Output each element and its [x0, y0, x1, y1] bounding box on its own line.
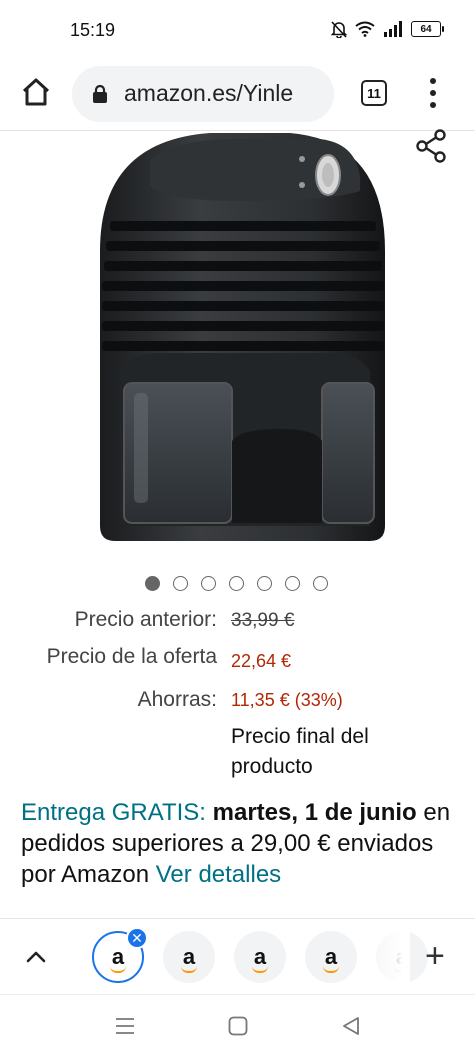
- mute-icon: [331, 21, 347, 38]
- url-bar[interactable]: amazon.es/Yinle: [72, 66, 334, 122]
- wifi-icon: [355, 21, 375, 37]
- lock-icon: [93, 85, 107, 103]
- deal-price-value: 22,64 €: [231, 651, 292, 671]
- carousel-dot[interactable]: [145, 576, 160, 591]
- status-icons: 64: [331, 20, 444, 38]
- tab[interactable]: a: [234, 931, 286, 983]
- browser-toolbar: amazon.es/Yinle 11: [0, 58, 475, 130]
- amazon-logo-icon: a: [322, 944, 340, 973]
- image-carousel-dots[interactable]: [145, 576, 328, 591]
- previous-price-label: Precio anterior:: [74, 608, 217, 631]
- system-nav-bar: [0, 994, 475, 1056]
- amazon-logo-icon: a: [109, 944, 127, 973]
- menu-icon[interactable]: [424, 76, 442, 110]
- url-text: amazon.es/Yinle: [124, 80, 294, 106]
- delivery-info: Entrega GRATIS: martes, 1 de junio en pe…: [21, 797, 461, 890]
- close-tab-icon[interactable]: ✕: [126, 927, 148, 949]
- battery-icon: 64: [411, 21, 444, 37]
- amazon-logo-icon: a: [251, 944, 269, 973]
- tab-switcher-button[interactable]: 11: [361, 80, 387, 106]
- tab[interactable]: a: [163, 931, 215, 983]
- share-icon[interactable]: [414, 128, 450, 164]
- home-icon[interactable]: [20, 76, 52, 108]
- signal-icon: [384, 21, 402, 37]
- tab[interactable]: a: [305, 931, 357, 983]
- status-bar: 15:19 64: [0, 0, 475, 58]
- carousel-dot[interactable]: [229, 576, 244, 591]
- tab-strip: a✕aaaa +: [0, 918, 475, 995]
- free-delivery-label: Entrega GRATIS:: [21, 799, 206, 826]
- amazon-logo-icon: a: [180, 944, 198, 973]
- carousel-dot[interactable]: [173, 576, 188, 591]
- savings-value: 11,35 € (33%): [231, 690, 343, 710]
- delivery-details-link[interactable]: Ver detalles: [156, 861, 281, 888]
- tab-strip-fade: [360, 919, 410, 995]
- url-fade: [294, 66, 334, 122]
- deal-price-label: Precio de la oferta: [46, 645, 217, 668]
- add-tab-button[interactable]: +: [425, 939, 445, 973]
- final-price-note: Precio final del producto: [231, 725, 369, 778]
- dehumidifier-image[interactable]: [90, 131, 390, 551]
- recent-apps-icon[interactable]: [114, 1015, 136, 1037]
- carousel-dot[interactable]: [285, 576, 300, 591]
- delivery-date: martes, 1 de junio: [212, 799, 417, 826]
- previous-price-value: 33,99 €: [231, 610, 295, 631]
- carousel-dot[interactable]: [313, 576, 328, 591]
- back-nav-icon[interactable]: [340, 1015, 362, 1037]
- carousel-dot[interactable]: [201, 576, 216, 591]
- carousel-dot[interactable]: [257, 576, 272, 591]
- status-time: 15:19: [70, 20, 116, 40]
- home-nav-icon[interactable]: [227, 1015, 249, 1037]
- savings-label: Ahorras:: [137, 688, 217, 711]
- chevron-up-icon[interactable]: [22, 943, 50, 971]
- active-tab[interactable]: a ✕: [92, 927, 148, 983]
